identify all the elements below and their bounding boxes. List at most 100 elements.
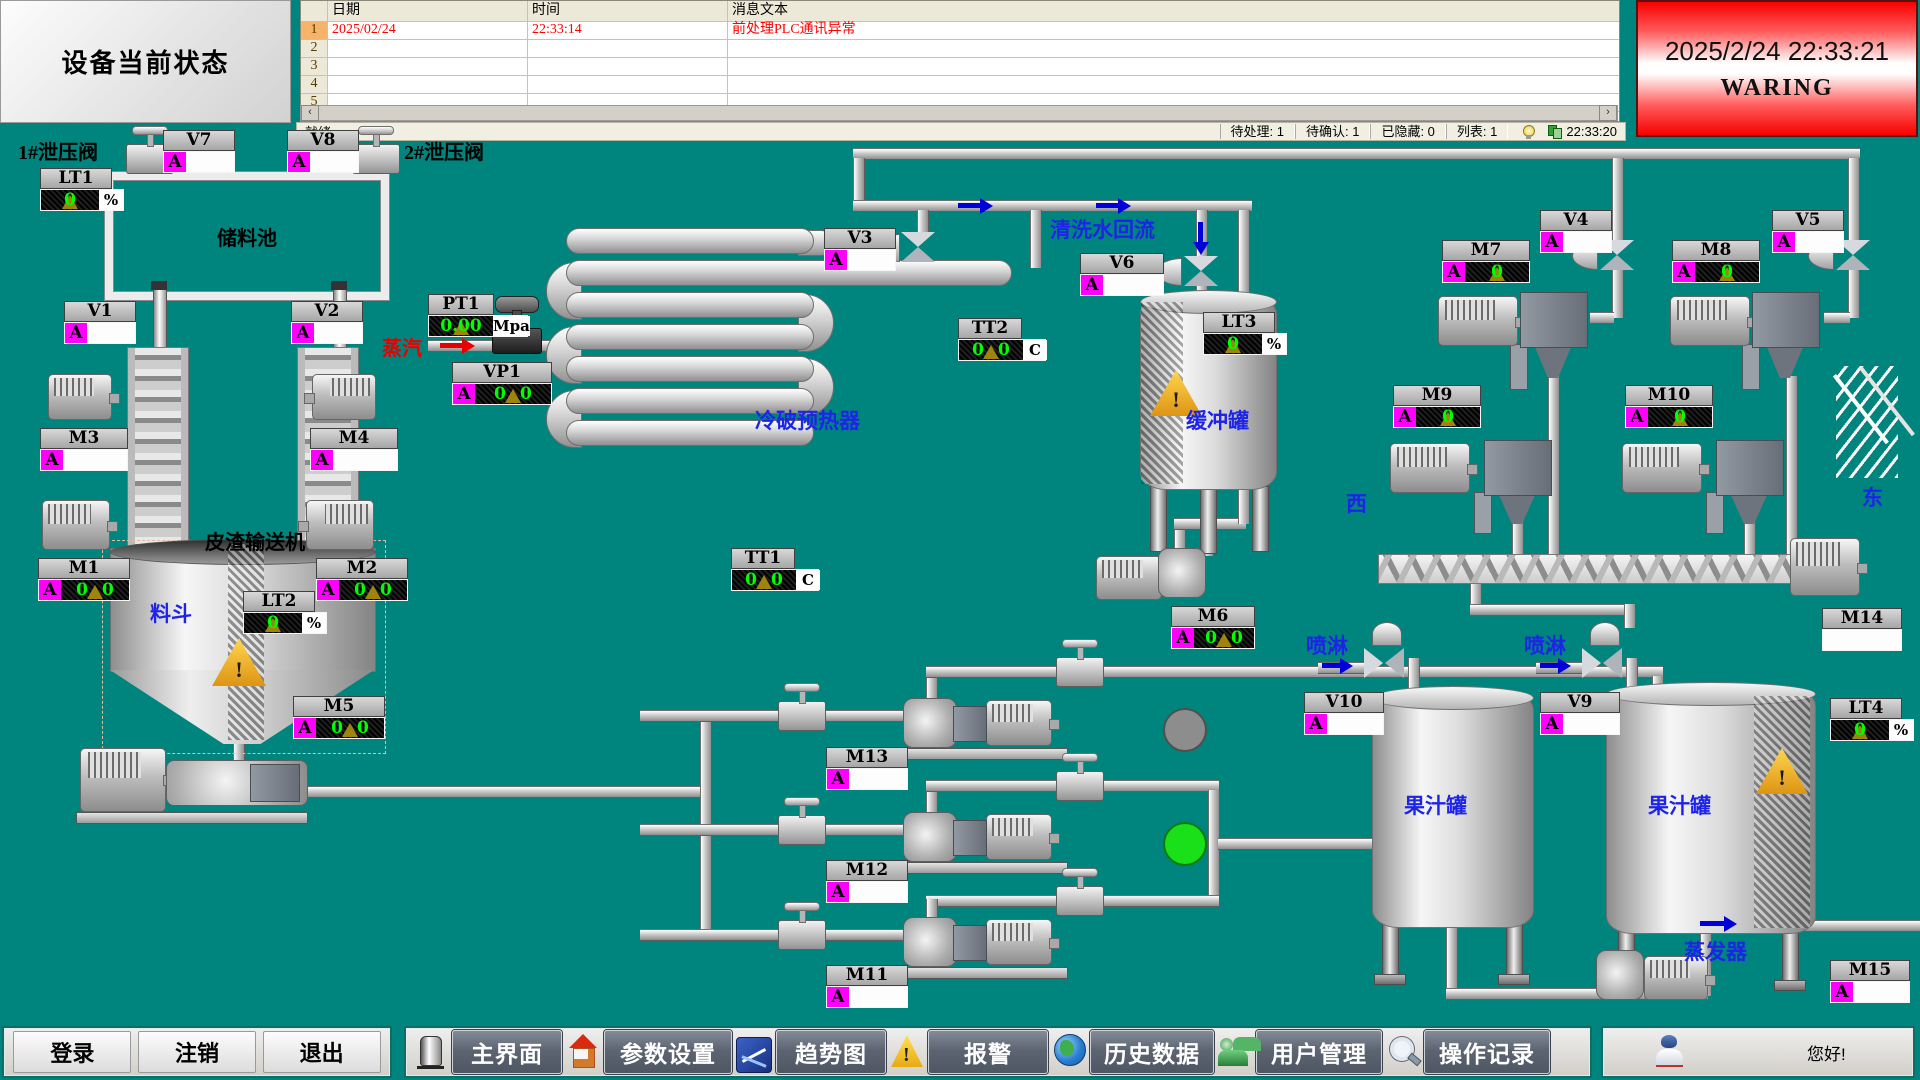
motor-m8[interactable] bbox=[1670, 296, 1750, 346]
tag-M15[interactable]: M15A bbox=[1830, 960, 1910, 1003]
tag-M14[interactable]: M14 bbox=[1822, 608, 1902, 651]
inline-valve[interactable] bbox=[778, 920, 826, 950]
tag-VP1[interactable]: VP1A00 bbox=[452, 362, 552, 405]
tag-M4[interactable]: M4A bbox=[310, 428, 398, 471]
pump-m11[interactable] bbox=[903, 917, 957, 967]
mode-cell: A bbox=[294, 718, 316, 738]
valve-v6-body[interactable] bbox=[1184, 256, 1218, 286]
pump-m12[interactable] bbox=[903, 812, 957, 862]
tag-PT1[interactable]: PT10.00Mpa bbox=[428, 294, 528, 337]
tag-M6[interactable]: M6A00 bbox=[1171, 606, 1255, 649]
tag-LT2[interactable]: LT20% bbox=[243, 591, 327, 634]
tag-M7[interactable]: M7A0 bbox=[1442, 240, 1530, 283]
tag-LT3[interactable]: LT30% bbox=[1203, 312, 1287, 355]
tag-V9[interactable]: V9A bbox=[1540, 692, 1620, 735]
tag-label: M6 bbox=[1171, 606, 1255, 627]
tag-M11[interactable]: M11A bbox=[826, 965, 908, 1008]
nav-parameter-settings-button[interactable]: 参数设置 bbox=[604, 1030, 732, 1074]
pump-m13[interactable] bbox=[903, 698, 957, 748]
tag-M10[interactable]: M10A0 bbox=[1625, 385, 1713, 428]
scroll-right-icon[interactable]: › bbox=[1599, 105, 1617, 121]
inline-valve[interactable] bbox=[778, 701, 826, 731]
tag-M12[interactable]: M12A bbox=[826, 860, 908, 903]
tag-TT2[interactable]: TT200C bbox=[958, 318, 1046, 361]
tag-M8[interactable]: M8A0 bbox=[1672, 240, 1760, 283]
tag-V8[interactable]: V8A bbox=[287, 130, 359, 173]
page-title: 设备当前状态 bbox=[61, 43, 229, 80]
tag-TT1[interactable]: TT100C bbox=[731, 548, 819, 591]
bulb-icon[interactable] bbox=[1522, 125, 1534, 139]
valve-v3-body[interactable] bbox=[901, 232, 935, 262]
blank-cell bbox=[1823, 630, 1901, 650]
tag-V10[interactable]: V10A bbox=[1304, 692, 1384, 735]
tag-M9[interactable]: M9A0 bbox=[1393, 385, 1481, 428]
tag-V7[interactable]: V7A bbox=[163, 130, 235, 173]
alarm-row[interactable]: 3 bbox=[301, 58, 1619, 76]
nav-user-management-button[interactable]: 用户管理 bbox=[1256, 1030, 1382, 1074]
stairs bbox=[1836, 366, 1898, 478]
alarm-row[interactable]: 1 2025/02/24 22:33:14 前处理PLC通讯异常 bbox=[301, 22, 1619, 40]
home-icon bbox=[566, 1032, 600, 1072]
nav-operation-log-button[interactable]: 操作记录 bbox=[1424, 1030, 1550, 1074]
tag-M3[interactable]: M3A bbox=[40, 428, 128, 471]
motor-m1[interactable] bbox=[42, 500, 110, 550]
unit-cell: C bbox=[796, 570, 820, 590]
tank-leg bbox=[1382, 920, 1399, 980]
juice-tank-2-hatch bbox=[1754, 696, 1810, 928]
alarm-row[interactable]: 2 bbox=[301, 40, 1619, 58]
tag-V1[interactable]: V1A bbox=[64, 301, 136, 344]
hopper-pump-motor[interactable] bbox=[80, 748, 166, 812]
spray-valve-1-actuator bbox=[1372, 622, 1402, 646]
inline-valve[interactable] bbox=[1056, 886, 1104, 916]
motor-m3[interactable] bbox=[48, 374, 112, 420]
alarm-table[interactable]: 日期 时间 消息文本 1 2025/02/24 22:33:14 前处理PLC通… bbox=[300, 0, 1620, 122]
alarm-row[interactable]: 4 bbox=[301, 76, 1619, 94]
logout-button[interactable]: 注销 bbox=[138, 1031, 256, 1073]
tag-M1[interactable]: M1A00 bbox=[38, 558, 130, 601]
nav-main-screen-button[interactable]: 主界面 bbox=[452, 1030, 562, 1074]
spray-valve-2[interactable] bbox=[1582, 648, 1622, 678]
confirm-count: 待确认: 1 bbox=[1295, 124, 1370, 139]
relief-valve-2[interactable] bbox=[352, 144, 400, 174]
motor-m13[interactable] bbox=[986, 700, 1052, 746]
motor-m14[interactable] bbox=[1790, 538, 1860, 596]
exit-button[interactable]: 退出 bbox=[263, 1031, 381, 1073]
tag-V4[interactable]: V4A bbox=[1540, 210, 1612, 253]
tag-V6[interactable]: V6A bbox=[1080, 253, 1164, 296]
tag-M5[interactable]: M5A00 bbox=[293, 696, 385, 739]
tag-label: M8 bbox=[1672, 240, 1760, 261]
tag-label: M3 bbox=[40, 428, 128, 449]
motor-m7[interactable] bbox=[1438, 296, 1518, 346]
motor-m12[interactable] bbox=[986, 814, 1052, 860]
screw-conveyor bbox=[1378, 554, 1792, 584]
pump-m6[interactable] bbox=[1158, 548, 1206, 598]
motor-m9[interactable] bbox=[1390, 443, 1470, 493]
tag-V5[interactable]: V5A bbox=[1772, 210, 1844, 253]
separator-support bbox=[1706, 492, 1724, 534]
spray-valve-1[interactable] bbox=[1364, 648, 1404, 678]
inline-valve[interactable] bbox=[778, 815, 826, 845]
tag-LT1[interactable]: LT10% bbox=[40, 168, 124, 211]
inline-valve[interactable] bbox=[1056, 771, 1104, 801]
motor-m2[interactable] bbox=[306, 500, 374, 550]
motor-m4[interactable] bbox=[312, 374, 376, 420]
login-button[interactable]: 登录 bbox=[13, 1031, 131, 1073]
tag-V3[interactable]: V3A bbox=[824, 228, 896, 271]
tag-M13[interactable]: M13A bbox=[826, 747, 908, 790]
nav-history-data-button[interactable]: 历史数据 bbox=[1090, 1030, 1214, 1074]
tag-M2[interactable]: M2A00 bbox=[316, 558, 408, 601]
motor-m6[interactable] bbox=[1096, 556, 1162, 600]
motor-m10[interactable] bbox=[1622, 443, 1702, 493]
scroll-left-icon[interactable]: ‹ bbox=[301, 105, 319, 121]
nav-trend-chart-button[interactable]: 趋势图 bbox=[776, 1030, 886, 1074]
tank-foot bbox=[1498, 974, 1530, 985]
status-clock: 22:33:20 bbox=[1566, 124, 1617, 139]
tag-V2[interactable]: V2A bbox=[291, 301, 363, 344]
pipe bbox=[1030, 210, 1042, 268]
inline-valve[interactable] bbox=[1056, 657, 1104, 687]
nav-alarm-button[interactable]: 报警 bbox=[928, 1030, 1048, 1074]
motor-m11[interactable] bbox=[986, 919, 1052, 965]
pump-m15[interactable] bbox=[1596, 950, 1644, 1000]
tag-LT4[interactable]: LT40% bbox=[1830, 698, 1914, 741]
alarm-table-scrollbar[interactable]: ‹ › bbox=[300, 105, 1618, 121]
